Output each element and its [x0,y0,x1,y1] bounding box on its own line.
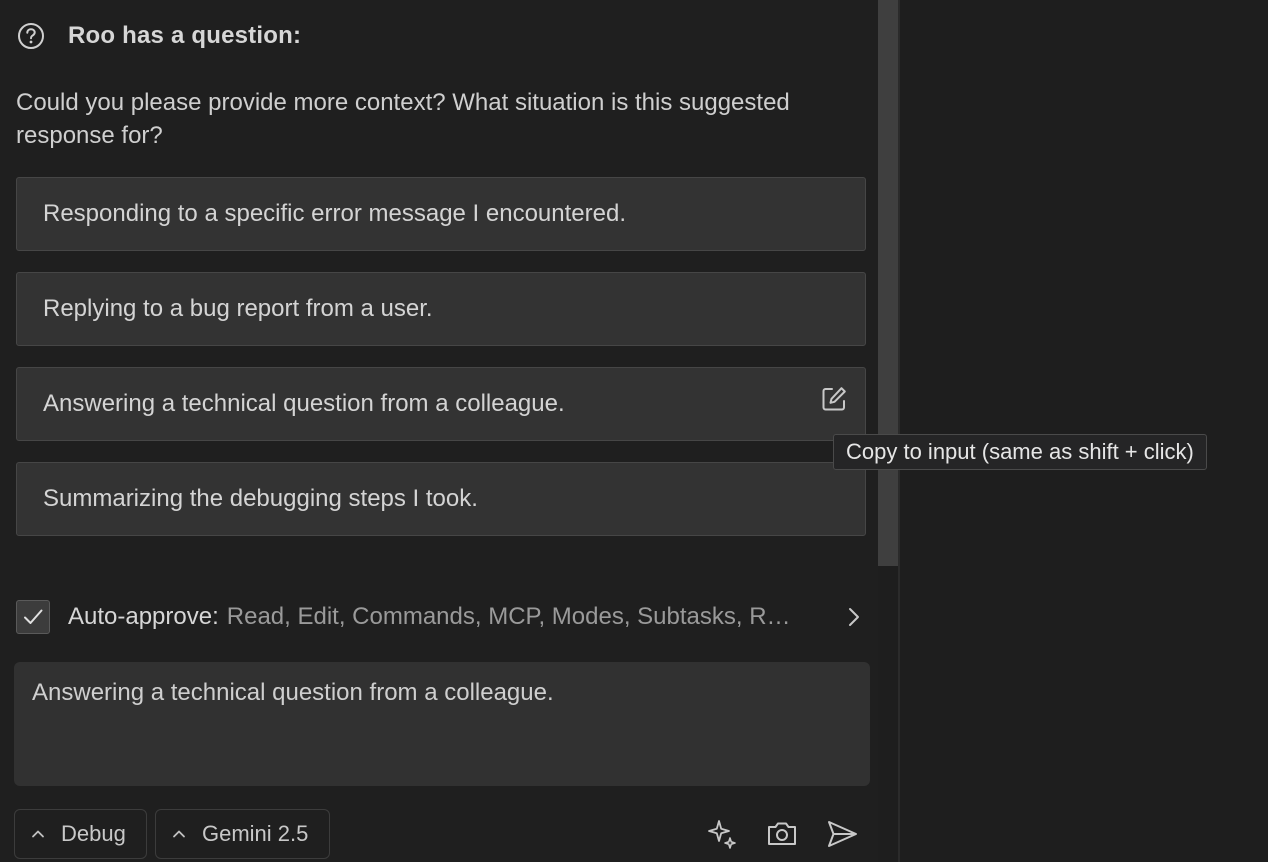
suggestion-label: Replying to a bug report from a user. [43,295,433,322]
suggestion-label: Responding to a specific error message I… [43,200,626,227]
send-icon[interactable] [824,816,860,852]
camera-icon[interactable] [764,816,800,852]
question-header: Roo has a question: [16,20,301,52]
chat-input[interactable]: Answering a technical question from a co… [14,662,870,786]
app-window: Roo has a question: Could you please pro… [0,0,1268,862]
auto-approve-row[interactable]: Auto-approve: Read, Edit, Commands, MCP,… [16,599,868,635]
question-title: Roo has a question: [68,22,302,49]
suggestion-item[interactable]: Responding to a specific error message I… [16,177,866,251]
suggestion-item[interactable]: Answering a technical question from a co… [16,367,866,441]
auto-approve-value: Read, Edit, Commands, MCP, Modes, Subtas… [226,603,803,630]
question-circle-icon [18,23,44,49]
mode-selector[interactable]: Debug [14,809,147,859]
model-label: Gemini 2.5 [202,821,309,846]
auto-approve-label: Auto-approve: [68,603,219,630]
question-text: Could you please provide more context? W… [16,89,790,149]
suggestion-label: Summarizing the debugging steps I took. [43,485,478,512]
chevron-right-icon[interactable] [840,603,868,631]
editor-panel [900,0,1268,862]
suggestion-label: Answering a technical question from a co… [43,390,565,417]
chevron-up-icon [32,830,44,838]
sparkle-icon[interactable] [704,816,740,852]
suggestion-item[interactable]: Summarizing the debugging steps I took. [16,462,866,536]
auto-approve-checkbox[interactable] [16,600,50,634]
scrollbar-thumb[interactable] [878,0,898,566]
model-selector[interactable]: Gemini 2.5 [155,809,330,859]
copy-to-input-tooltip: Copy to input (same as shift + click) [833,434,1207,470]
mode-label: Debug [61,821,126,846]
chevron-up-icon [173,830,185,838]
checkmark-icon [24,609,43,624]
suggestion-item[interactable]: Replying to a bug report from a user. [16,272,866,346]
edit-icon[interactable] [819,384,849,414]
chat-panel: Roo has a question: Could you please pro… [0,0,878,862]
